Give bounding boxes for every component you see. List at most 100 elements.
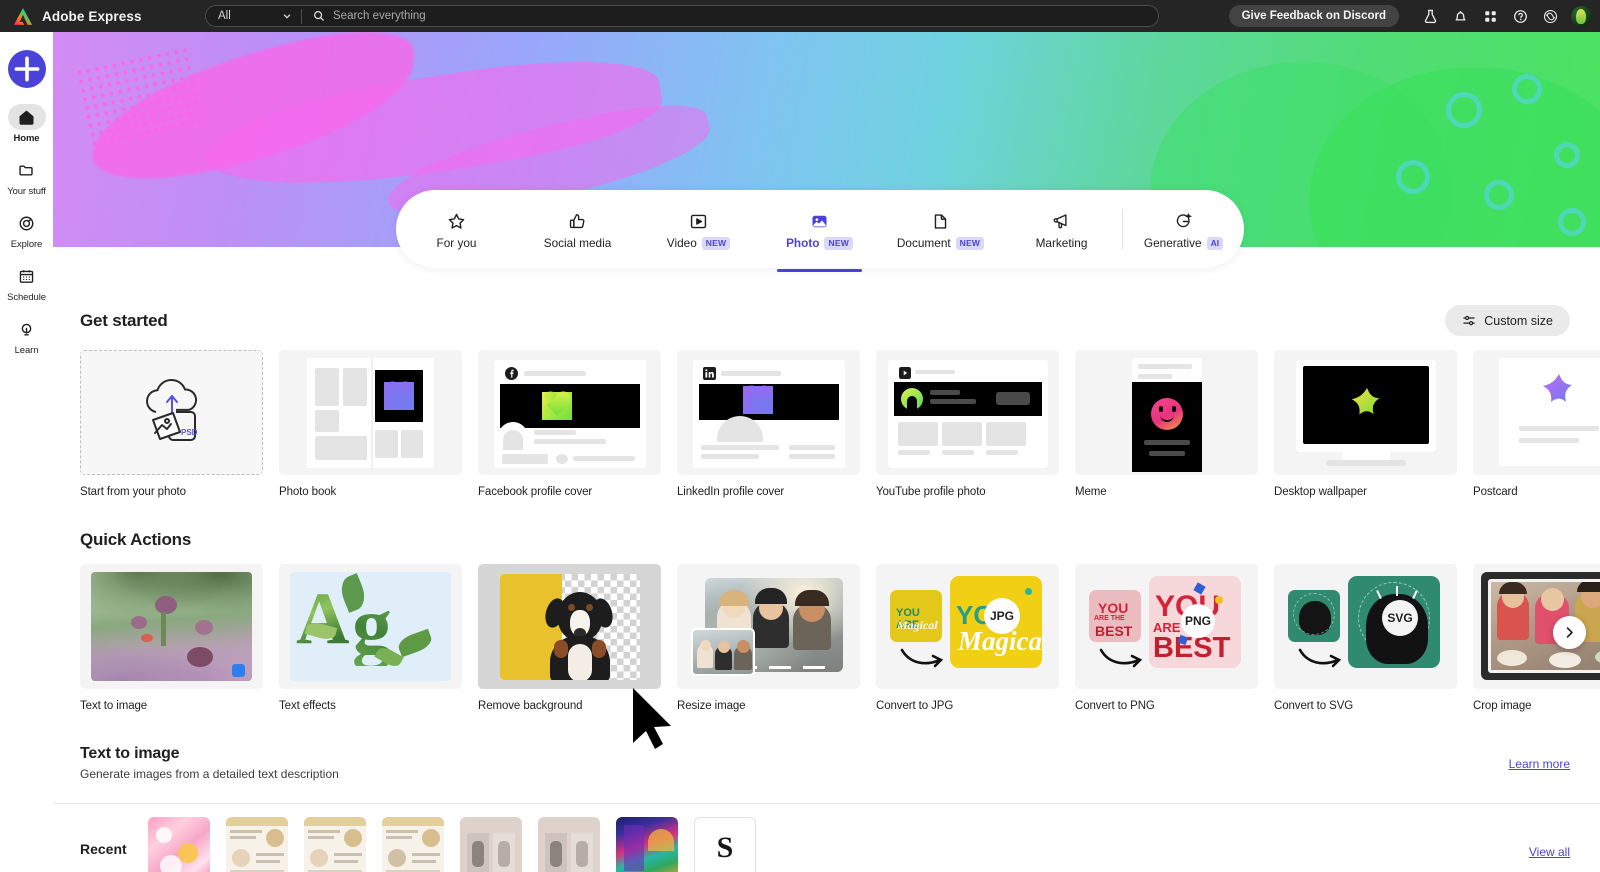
recent-item[interactable]: S bbox=[694, 817, 756, 872]
sidebar-item-label: Your stuff bbox=[7, 186, 46, 197]
quick-action-card[interactable]: SVG Convert to SVG bbox=[1274, 564, 1457, 712]
template-card[interactable]: PSD Start from your photo bbox=[80, 350, 263, 498]
card-thumbnail bbox=[478, 350, 661, 475]
tab-badge: NEW bbox=[701, 236, 731, 250]
facebook-icon bbox=[505, 367, 518, 380]
custom-size-label: Custom size bbox=[1484, 313, 1553, 328]
custom-size-button[interactable]: Custom size bbox=[1445, 305, 1570, 336]
apps-grid-icon[interactable] bbox=[1475, 1, 1505, 31]
search-input[interactable] bbox=[333, 6, 1158, 26]
format-badge: SVG bbox=[1382, 600, 1418, 636]
creative-cloud-icon[interactable] bbox=[1535, 1, 1565, 31]
arrow-icon bbox=[900, 648, 944, 668]
arrow-icon bbox=[1298, 648, 1342, 668]
promo-band: Text to image Generate images from a det… bbox=[53, 739, 1600, 799]
sidebar-item-label: Schedule bbox=[7, 292, 46, 303]
decorative-ring bbox=[1396, 160, 1430, 194]
create-new-button[interactable] bbox=[7, 50, 46, 88]
lightbulb-icon bbox=[8, 316, 46, 342]
quick-action-card[interactable]: Resize image bbox=[677, 564, 860, 712]
tab-badge: NEW bbox=[955, 236, 985, 250]
recent-item[interactable] bbox=[616, 817, 678, 872]
tab-document[interactable]: Document NEW bbox=[880, 190, 1001, 268]
arrow-icon bbox=[1099, 648, 1143, 668]
recent-item[interactable] bbox=[382, 817, 444, 872]
decorative-ring bbox=[1446, 92, 1482, 128]
help-icon[interactable] bbox=[1505, 1, 1535, 31]
tab-video[interactable]: Video NEW bbox=[638, 190, 759, 268]
promo-subtitle: Generate images from a detailed text des… bbox=[80, 767, 339, 781]
card-thumbnail: SVG bbox=[1274, 564, 1457, 689]
recent-title: Recent bbox=[80, 841, 127, 857]
template-card[interactable]: Meme bbox=[1075, 350, 1258, 498]
give-feedback-on-discord-button[interactable]: Give Feedback on Discord bbox=[1228, 5, 1399, 27]
decorative-ring bbox=[1512, 74, 1542, 104]
recent-item[interactable] bbox=[148, 817, 210, 872]
quick-action-card[interactable]: A g Text effects bbox=[279, 564, 462, 712]
plus-icon bbox=[14, 56, 39, 82]
tab-marketing[interactable]: Marketing bbox=[1001, 190, 1122, 268]
chevron-down-icon bbox=[283, 14, 291, 19]
template-card[interactable]: Desktop wallpaper bbox=[1274, 350, 1457, 498]
sidebar-item-schedule[interactable]: Schedule bbox=[0, 263, 53, 303]
tab-for-you[interactable]: For you bbox=[396, 190, 517, 268]
recent-thumbnails: S bbox=[148, 817, 756, 872]
template-card[interactable]: Photo book bbox=[279, 350, 462, 498]
section-title: Quick Actions bbox=[80, 530, 192, 549]
quick-action-card[interactable]: YOU ARE Magical YOU Magical JPG Convert … bbox=[876, 564, 1059, 712]
card-label: Photo book bbox=[279, 486, 337, 498]
recent-item[interactable] bbox=[460, 817, 522, 872]
quick-action-card[interactable]: Remove background bbox=[478, 564, 661, 712]
avatar[interactable] bbox=[1571, 5, 1592, 27]
learn-more-link[interactable]: Learn more bbox=[1509, 757, 1570, 771]
template-card[interactable]: Postcard bbox=[1473, 350, 1600, 498]
card-thumbnail bbox=[1075, 350, 1258, 475]
card-label: Facebook profile cover bbox=[478, 486, 593, 498]
beaker-icon[interactable] bbox=[1415, 1, 1445, 31]
folder-icon bbox=[8, 157, 46, 183]
tab-label: Generative bbox=[1143, 236, 1202, 250]
get-started-card-strip: PSD Start from your photo Photo book Fac… bbox=[53, 350, 1600, 498]
tab-label: Video bbox=[666, 236, 697, 250]
tab-generative[interactable]: Generative AI bbox=[1123, 190, 1244, 268]
quick-action-card[interactable]: YOU ARE THE BEST YOU ARE THE BEST PNG bbox=[1075, 564, 1258, 712]
card-thumbnail bbox=[1274, 350, 1457, 475]
card-thumbnail bbox=[478, 564, 661, 689]
quick-action-card[interactable]: Text to image bbox=[80, 564, 263, 712]
youtube-icon bbox=[899, 367, 911, 379]
view-all-link[interactable]: View all bbox=[1529, 845, 1600, 859]
card-thumbnail: YOU ARE Magical YOU Magical JPG bbox=[876, 564, 1059, 689]
template-card[interactable]: LinkedIn profile cover bbox=[677, 350, 860, 498]
section-title: Get started bbox=[80, 310, 168, 330]
card-label: Convert to SVG bbox=[1274, 700, 1354, 712]
card-label: Text effects bbox=[279, 700, 336, 712]
sidebar-item-your-stuff[interactable]: Your stuff bbox=[0, 157, 53, 197]
recent-item[interactable] bbox=[226, 817, 288, 872]
tab-photo[interactable]: Photo NEW bbox=[759, 190, 880, 272]
generative-ai-icon bbox=[1174, 212, 1193, 231]
bell-icon[interactable] bbox=[1445, 1, 1475, 31]
search-bar[interactable]: All bbox=[205, 5, 1159, 27]
format-badge: PNG bbox=[1181, 604, 1215, 638]
sidebar-item-learn[interactable]: Learn bbox=[0, 316, 53, 356]
tab-badge: NEW bbox=[824, 236, 853, 250]
recent-item[interactable] bbox=[538, 817, 600, 872]
linkedin-icon bbox=[703, 367, 716, 380]
brand[interactable]: Adobe Express bbox=[0, 7, 205, 26]
tab-social-media[interactable]: Social media bbox=[517, 190, 638, 268]
card-label: Meme bbox=[1075, 486, 1107, 498]
carousel-next-button[interactable] bbox=[1553, 616, 1586, 649]
top-bar-actions: Give Feedback on Discord bbox=[1228, 1, 1600, 31]
sidebar-item-label: Learn bbox=[14, 345, 39, 356]
decorative-ring bbox=[1484, 180, 1514, 210]
top-bar: Adobe Express All Give Feedback on Disco… bbox=[0, 0, 1600, 32]
card-label: Text to image bbox=[80, 700, 148, 712]
card-thumbnail: YOU ARE THE BEST YOU ARE THE BEST PNG bbox=[1075, 564, 1258, 689]
sidebar-item-home[interactable]: Home bbox=[0, 104, 53, 144]
search-scope-dropdown[interactable]: All bbox=[206, 6, 301, 26]
sidebar-item-explore[interactable]: Explore bbox=[0, 210, 53, 250]
recent-item[interactable] bbox=[304, 817, 366, 872]
template-card[interactable]: Facebook profile cover bbox=[478, 350, 661, 498]
template-card[interactable]: YouTube profile photo bbox=[876, 350, 1059, 498]
quick-actions-card-strip: Text to image A g Text effects Remove ba… bbox=[53, 564, 1600, 712]
